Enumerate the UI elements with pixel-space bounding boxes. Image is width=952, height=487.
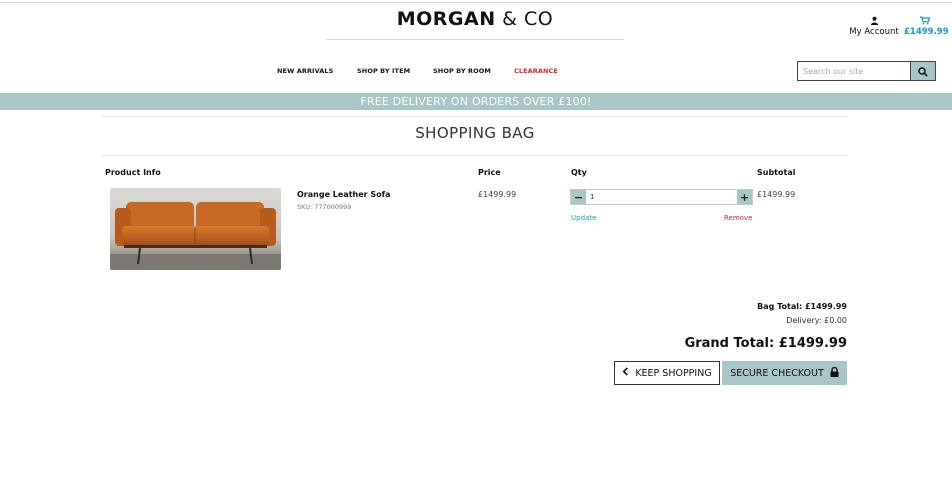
update-link[interactable]: Update [571,214,596,222]
nav-item-shop-by-item[interactable]: SHOP BY ITEM [357,67,410,75]
decrease-quantity-button[interactable]: − [571,190,586,204]
free-delivery-banner: FREE DELIVERY ON ORDERS OVER £100! [0,93,952,110]
column-header-subtotal: Subtotal [757,168,796,177]
page-title: SHOPPING BAG [415,124,535,142]
secure-checkout-button[interactable]: SECURE CHECKOUT [722,361,847,385]
plus-icon: + [739,190,750,204]
my-account-label: My Account [849,27,899,37]
lock-icon [830,366,839,380]
keep-shopping-button[interactable]: KEEP SHOPPING [614,361,720,385]
brand-name-bold: MORGAN [396,8,496,30]
cart-icon [904,16,946,25]
chevron-left-icon [622,367,629,379]
minus-icon: − [573,190,584,204]
title-divider-top [102,116,848,117]
product-sku: SKU: 777000999 [297,203,352,211]
delivery-cost: Delivery: £0.00 [786,316,847,325]
product-name[interactable]: Orange Leather Sofa [297,190,391,199]
column-header-price: Price [478,168,501,177]
increase-quantity-button[interactable]: + [737,190,752,204]
search-icon [918,62,928,81]
brand-logo[interactable]: MORGAN & CO [326,8,624,39]
nav-item-shop-by-room[interactable]: SHOP BY ROOM [433,67,491,75]
user-icon [846,16,902,25]
brand-underline [326,39,624,40]
my-account-link[interactable]: My Account [846,16,902,37]
nav-item-new-arrivals[interactable]: NEW ARRIVALS [277,67,333,75]
column-header-qty: Qty [571,168,587,177]
remove-link[interactable]: Remove [724,214,752,222]
product-image[interactable] [110,188,281,270]
title-divider-bottom [102,155,848,156]
cart-amount: £1499.99 [904,27,949,37]
search-bar [797,61,936,81]
bag-total: Bag Total: £1499.99 [757,302,847,311]
quantity-input[interactable] [586,190,737,204]
cart-link[interactable]: £1499.99 [904,16,949,37]
search-input[interactable] [798,62,910,80]
nav-item-clearance[interactable]: CLEARANCE [514,67,558,75]
top-divider [0,2,952,3]
keep-shopping-label: KEEP SHOPPING [635,367,712,379]
search-button[interactable] [910,62,935,80]
secure-checkout-label: SECURE CHECKOUT [730,367,824,379]
brand-name-rest: & CO [495,8,554,30]
product-price: £1499.99 [478,190,517,199]
quantity-stepper: − + [570,189,753,205]
row-subtotal: £1499.99 [757,190,796,199]
column-header-product: Product Info [105,168,161,177]
grand-total: Grand Total: £1499.99 [684,336,847,351]
